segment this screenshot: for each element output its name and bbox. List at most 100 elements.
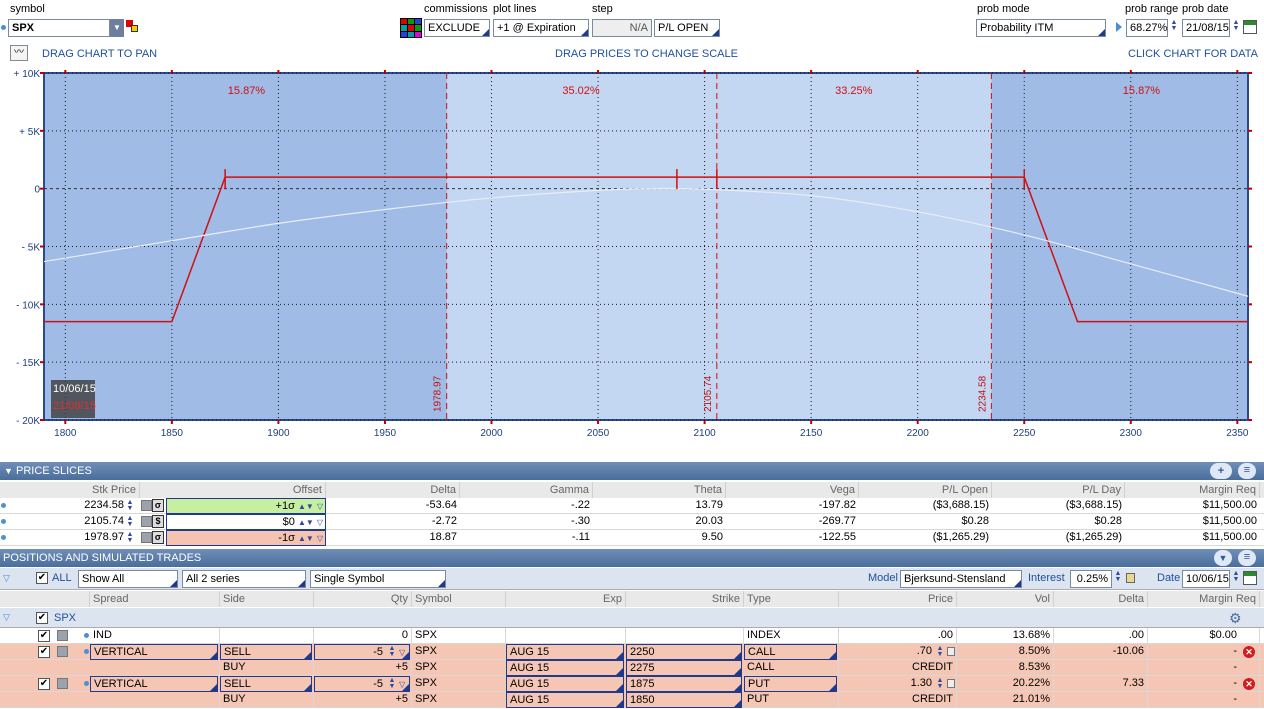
group-checkbox[interactable]: ✔ xyxy=(36,612,48,624)
price-slice-row[interactable]: 2234.58 σ +1σ ▲▼ ▽ -53.64 -.22 13.79 -197.82 ($… xyxy=(0,498,1264,514)
position-row[interactable]: ✔ VERTICAL SELL -5 SPX AUG 15 1875 PUT 1.30 20.22… xyxy=(0,676,1264,692)
row-checkbox[interactable]: ✔ xyxy=(38,630,50,642)
pos-exp-input[interactable]: AUG 15 xyxy=(506,660,624,676)
slice-stk[interactable]: 1978.97 xyxy=(0,530,140,546)
prob-range-spinner-icon[interactable]: ▲ ▼ xyxy=(1169,19,1179,32)
row-dot-icon[interactable] xyxy=(84,649,89,654)
positions-menu-icon[interactable]: ≡ xyxy=(1238,550,1256,566)
pos-exp-input[interactable]: AUG 15 xyxy=(506,676,624,692)
position-row[interactable]: BUY +5 SPX AUG 15 1850 PUT CREDIT 21.01% - xyxy=(0,692,1264,708)
pl-select[interactable]: P/L OPEN xyxy=(654,19,720,37)
grid-colors-icon[interactable] xyxy=(400,18,422,38)
position-row[interactable]: BUY +5 SPX AUG 15 2275 CALL CREDIT 8.53% - xyxy=(0,660,1264,676)
menu-icon[interactable]: ≡ xyxy=(1238,463,1256,479)
calendar-icon[interactable] xyxy=(1243,20,1257,34)
price-slice-row[interactable]: 2105.74 $ $0 ▲▼ ▽ -2.72 -.30 20.03 -269.77 $0.2… xyxy=(0,514,1264,530)
row-dot-icon[interactable] xyxy=(84,633,89,638)
slice-offset-input[interactable]: -1σ ▲▼ ▽ xyxy=(166,530,326,546)
date-input[interactable]: 10/06/15 xyxy=(1182,570,1230,588)
price-spinner-icon[interactable]: ▲ ▼ xyxy=(935,645,945,658)
step-input[interactable]: N/A xyxy=(592,19,652,37)
collapse-all-icon[interactable]: ▼ xyxy=(1214,550,1232,566)
add-slice-icon[interactable]: + xyxy=(1210,463,1232,479)
slice-lock-icon[interactable] xyxy=(141,516,152,527)
pos-exp-input[interactable]: AUG 15 xyxy=(506,692,624,708)
dropdown-icon[interactable]: ▽ xyxy=(317,534,323,543)
expand-triangle-icon[interactable]: ▽ xyxy=(3,573,10,584)
spinner-icon[interactable]: ▲▼ xyxy=(298,534,314,543)
price-lock-icon[interactable] xyxy=(947,679,955,688)
prob-mode-select[interactable]: Probability ITM xyxy=(976,19,1106,37)
spx-group-row[interactable]: ▽ ✔ SPX ⚙ xyxy=(0,608,1264,628)
collapse-triangle-icon[interactable]: ▼ xyxy=(4,462,13,480)
dropdown-icon[interactable]: ▽ xyxy=(317,518,323,527)
pos-strike-input[interactable]: 1875 xyxy=(626,676,742,692)
prob-date-spinner-icon[interactable]: ▲ ▼ xyxy=(1231,19,1241,32)
qty-spinner-icon[interactable]: ▲ ▼ xyxy=(387,677,397,690)
slice-offset-input[interactable]: $0 ▲▼ ▽ xyxy=(166,514,326,530)
risk-profile-chart[interactable]: 1800 1850 1900 1950 2000 2050 2100 2150 2200 2250… xyxy=(0,64,1264,440)
row-lock-icon[interactable] xyxy=(57,646,68,657)
slice-lock-icon[interactable] xyxy=(141,500,152,511)
slice-mode-icon[interactable]: $ xyxy=(152,515,164,528)
pos-type-input[interactable]: PUT xyxy=(744,676,837,692)
qty-dropdown-icon[interactable]: ▽ xyxy=(399,645,405,660)
slice-stk[interactable]: 2234.58 xyxy=(0,498,140,514)
show-all-select[interactable]: Show All xyxy=(78,570,178,588)
pos-side-input[interactable]: SELL xyxy=(220,676,312,692)
model-select[interactable]: Bjerksund-Stensland xyxy=(900,570,1022,588)
pos-exp-input[interactable]: AUG 15 xyxy=(506,644,624,660)
spinner-icon[interactable]: ▲▼ xyxy=(298,502,314,511)
qty-spinner-icon[interactable]: ▲ ▼ xyxy=(387,645,397,658)
lock-icon[interactable] xyxy=(1126,573,1135,583)
play-arrow-icon[interactable] xyxy=(1116,22,1122,32)
positions-header[interactable]: POSITIONS AND SIMULATED TRADES ▼ ≡ xyxy=(0,549,1264,567)
pos-strike-input[interactable]: 2275 xyxy=(626,660,742,676)
row-dot-icon[interactable] xyxy=(84,681,89,686)
symbol-dropdown-icon[interactable]: ▼ xyxy=(110,19,124,37)
commissions-select[interactable]: EXCLUDE xyxy=(424,19,490,37)
symbol-mode-select[interactable]: Single Symbol xyxy=(310,570,446,588)
pos-type-input[interactable]: CALL xyxy=(744,644,837,660)
settings-gear-icon[interactable]: ⚙ xyxy=(1229,610,1242,627)
symbol-input[interactable]: SPX xyxy=(8,19,110,37)
row-checkbox[interactable]: ✔ xyxy=(38,678,50,690)
pos-spread-input[interactable]: VERTICAL xyxy=(90,644,218,660)
price-lock-icon[interactable] xyxy=(947,647,955,656)
qty-dropdown-icon[interactable]: ▽ xyxy=(399,677,405,692)
prob-range-input[interactable]: 68.27% xyxy=(1126,19,1168,37)
price-spinner-icon[interactable]: ▲ ▼ xyxy=(935,677,945,690)
chart-type-icon[interactable]: 〰 xyxy=(10,45,28,61)
pos-strike-input[interactable]: 1850 xyxy=(626,692,742,708)
series-select[interactable]: All 2 series xyxy=(182,570,306,588)
pos-side-input[interactable]: SELL xyxy=(220,644,312,660)
prob-date-input[interactable]: 21/08/15 xyxy=(1182,19,1230,37)
slice-mode-icon[interactable]: σ xyxy=(152,531,164,544)
interest-spinner-icon[interactable]: ▲ ▼ xyxy=(1113,570,1123,583)
slice-offset-input[interactable]: +1σ ▲▼ ▽ xyxy=(166,498,326,514)
position-row[interactable]: ✔ VERTICAL SELL -5 SPX AUG 15 2250 CALL .70 8.50%… xyxy=(0,644,1264,660)
interest-input[interactable]: 0.25% xyxy=(1070,570,1112,588)
slice-mode-icon[interactable]: σ xyxy=(152,499,164,512)
stk-spinner-icon[interactable]: ▲ ▼ xyxy=(125,515,135,528)
date-calendar-icon[interactable] xyxy=(1243,571,1257,585)
row-checkbox[interactable]: ✔ xyxy=(38,646,50,658)
all-checkbox[interactable]: ✔ xyxy=(36,572,48,584)
date-spinner-icon[interactable]: ▲ ▼ xyxy=(1231,570,1241,583)
color-squares-icon[interactable] xyxy=(126,20,138,34)
slice-stk[interactable]: 2105.74 xyxy=(0,514,140,530)
position-row[interactable]: ✔ IND 0 SPX INDEX .00 13.68% .00 $0.00 xyxy=(0,628,1264,644)
price-slices-header[interactable]: ▼ PRICE SLICES + ≡ xyxy=(0,462,1264,480)
price-slice-row[interactable]: 1978.97 σ -1σ ▲▼ ▽ 18.87 -.11 9.50 -122.55 ($1,… xyxy=(0,530,1264,546)
dropdown-icon[interactable]: ▽ xyxy=(317,502,323,511)
pos-strike-input[interactable]: 2250 xyxy=(626,644,742,660)
pos-spread-input[interactable]: VERTICAL xyxy=(90,676,218,692)
row-lock-icon[interactable] xyxy=(57,678,68,689)
stk-spinner-icon[interactable]: ▲ ▼ xyxy=(125,531,135,544)
remove-icon[interactable]: ✕ xyxy=(1243,646,1255,658)
slice-lock-icon[interactable] xyxy=(141,532,152,543)
spinner-icon[interactable]: ▲▼ xyxy=(298,518,314,527)
stk-spinner-icon[interactable]: ▲ ▼ xyxy=(125,499,135,512)
plot-lines-select[interactable]: +1 @ Expiration xyxy=(493,19,589,37)
remove-icon[interactable]: ✕ xyxy=(1243,678,1255,690)
